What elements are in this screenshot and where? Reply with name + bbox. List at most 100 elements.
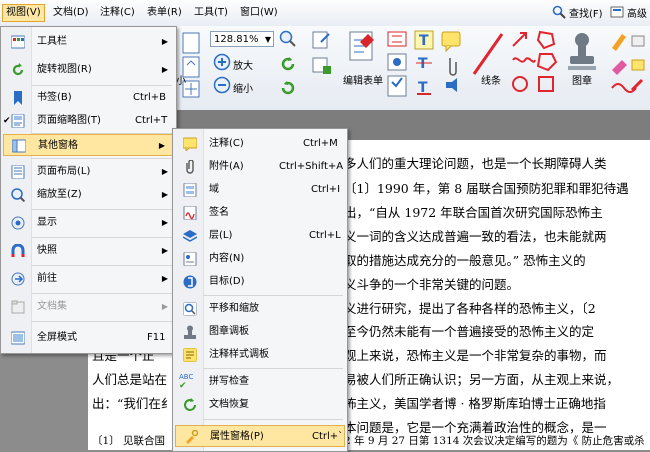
search-icon[interactable]: [552, 5, 566, 22]
chevron-down-icon[interactable]: ▼: [265, 32, 271, 48]
stamp-icon[interactable]: [566, 30, 598, 72]
rotate-reverse-icon[interactable]: [279, 79, 297, 97]
menu-separator: [31, 85, 172, 86]
menu-item-page-layout[interactable]: 页面布局(L) ▶: [1, 161, 176, 183]
edit-form-label[interactable]: 编辑表单: [343, 72, 383, 87]
menu-item-label: 全屏模式: [37, 332, 77, 343]
menu-item-label: 注释(C): [209, 138, 244, 149]
note-tools-icon[interactable]: [440, 30, 464, 102]
menu-document[interactable]: 文档(D): [50, 5, 92, 21]
pane-item-attachments[interactable]: 附件(A) Ctrl+Shift+A: [173, 156, 347, 178]
doc-line-fragment: 人们总是站在: [92, 372, 168, 387]
menu-item-label: 目标(D): [209, 276, 245, 287]
bookmark-icon: [14, 91, 22, 105]
menu-item-shortcut: Ctrl+Shift+A: [279, 161, 344, 172]
form-tools-icon[interactable]: [311, 30, 335, 100]
rotate-icon[interactable]: [279, 55, 297, 73]
menu-item-shortcut: Ctrl+B: [133, 92, 167, 103]
doc-line: 义进行研究，提出了各种各样的恐怖主义，〔2: [344, 301, 596, 316]
comment-style-icon: [183, 348, 197, 362]
zoom-input[interactable]: 128.81% ▼: [210, 31, 274, 47]
panes-icon: [12, 139, 26, 153]
doc-line: 出，“自从 1972 年联合国首次研究国际恐怖主: [344, 205, 603, 220]
edit-form-icon[interactable]: [342, 30, 382, 66]
chevron-right-icon: ▶: [161, 167, 168, 176]
chevron-right-icon: ▶: [158, 141, 165, 150]
menu-item-label: 书签(B): [37, 92, 72, 103]
document-set-icon: [11, 300, 25, 314]
markup-tools-icon[interactable]: [608, 30, 648, 102]
pane-item-contents[interactable]: 内容(N): [173, 248, 347, 270]
menu-separator: [31, 158, 172, 159]
pane-item-fields[interactable]: 域 Ctrl+I: [173, 179, 347, 201]
menu-item-label: 层(L): [209, 230, 233, 241]
menu-item-label: 工具栏: [37, 36, 67, 47]
menu-item-bookmarks[interactable]: 书签(B) Ctrl+B: [1, 87, 176, 109]
zoom-tool-icon[interactable]: [279, 30, 297, 48]
menu-item-label: 文档集: [37, 301, 67, 312]
menu-item-page-thumbnails[interactable]: ✔ 页面缩略图(T) Ctrl+T: [1, 110, 176, 132]
pane-item-comment-style-palette[interactable]: 注释样式调板: [173, 344, 347, 366]
page-fit-icon[interactable]: [180, 31, 204, 101]
menu-item-label: 平移和缩放: [209, 303, 259, 314]
menu-form[interactable]: 表单(R): [144, 5, 185, 21]
menu-comment[interactable]: 注释(C): [97, 5, 138, 21]
chevron-right-icon: ▶: [161, 302, 168, 311]
toolbar-icon: [11, 35, 25, 49]
menu-tools[interactable]: 工具(T): [191, 5, 231, 21]
menu-bar: 视图(V) 文档(D) 注释(C) 表单(R) 工具(T) 窗口(W) 查找(F…: [0, 0, 650, 27]
page-layout-icon: [11, 165, 25, 179]
menu-item-zoom-to[interactable]: 缩放至(Z) ▶: [1, 184, 176, 206]
footnote-line: 2 年 9 月 27 日第 1314 次会议决定编写的题为《 防止危害或杀: [344, 435, 645, 447]
full-screen-icon: [11, 331, 25, 345]
pane-item-comments[interactable]: 注释(C) Ctrl+M: [173, 133, 347, 155]
menu-item-label: 内容(N): [209, 253, 245, 264]
pane-item-document-recovery[interactable]: 文档恢复: [173, 394, 347, 416]
menu-item-go-to[interactable]: 前往 ▶: [1, 268, 176, 290]
pane-item-layers[interactable]: 层(L) Ctrl+L: [173, 225, 347, 247]
menu-item-snapshot[interactable]: 快照 ▶: [1, 240, 176, 262]
menu-item-label: 域: [209, 184, 219, 195]
pane-item-spell-check[interactable]: ABC ✔ 拼写检查: [173, 371, 347, 393]
zoom-in-icon[interactable]: [213, 53, 231, 71]
menu-separator: [31, 265, 172, 266]
pane-item-signatures[interactable]: 签名: [173, 202, 347, 224]
advanced-search-icon[interactable]: [610, 5, 624, 22]
pane-item-pan-zoom[interactable]: 平移和缩放: [173, 298, 347, 320]
svg-text:T: T: [418, 56, 428, 72]
spell-check-icon: ABC ✔: [179, 373, 194, 391]
pane-item-stamp-palette[interactable]: 图章调板: [173, 321, 347, 343]
zoom-out-label[interactable]: 缩小: [233, 80, 253, 95]
zoom-in-label[interactable]: 放大: [233, 57, 253, 72]
pane-item-properties[interactable]: 属性窗格(P) Ctrl+`: [175, 425, 345, 447]
line-label[interactable]: 线条: [481, 72, 501, 87]
view-menu: 工具栏 ▶ 旋转视图(R) ▶ 书签(B) Ctrl+B ✔ 页面缩略图(T) …: [0, 26, 177, 354]
shape-tools-icon[interactable]: [510, 28, 560, 102]
zoom-out-icon[interactable]: [213, 76, 231, 94]
menu-item-toolbars[interactable]: 工具栏 ▶: [1, 31, 176, 53]
menu-item-other-panes[interactable]: 其他窗格 ▶: [3, 134, 174, 156]
search-button[interactable]: 查找(F): [569, 5, 603, 20]
menu-item-shortcut: Ctrl+I: [311, 184, 341, 195]
menu-item-rotate-view[interactable]: 旋转视图(R) ▶: [1, 59, 176, 81]
snapshot-icon: [11, 244, 25, 257]
menu-item-full-screen[interactable]: 全屏模式 F11: [1, 327, 176, 349]
fields-icon: [183, 183, 197, 197]
pane-item-destinations[interactable]: 目标(D): [173, 271, 347, 293]
menu-item-shortcut: F11: [147, 332, 166, 343]
menu-item-label: 缩放至(Z): [37, 189, 82, 200]
stamp-label[interactable]: 图章: [572, 72, 592, 87]
chevron-right-icon: ▶: [161, 274, 168, 283]
text-tools-icon[interactable]: T T T: [414, 30, 436, 102]
form-field-icons[interactable]: [384, 30, 414, 102]
menu-view[interactable]: 视图(V): [2, 4, 45, 22]
menu-separator: [31, 209, 172, 210]
menu-item-label: 图章调板: [209, 326, 249, 337]
chevron-right-icon: ▶: [161, 246, 168, 255]
advanced-search-button[interactable]: 高级: [627, 5, 647, 20]
doc-line: 义斗争的一个非常关键的问题。: [344, 277, 520, 292]
attachment-icon: [186, 160, 194, 174]
menu-item-display[interactable]: 显示 ▶: [1, 212, 176, 234]
menu-window[interactable]: 窗口(W): [237, 5, 281, 21]
doc-line: 易被人们所正确认识；另一方面，从主观上来说，: [344, 372, 620, 387]
